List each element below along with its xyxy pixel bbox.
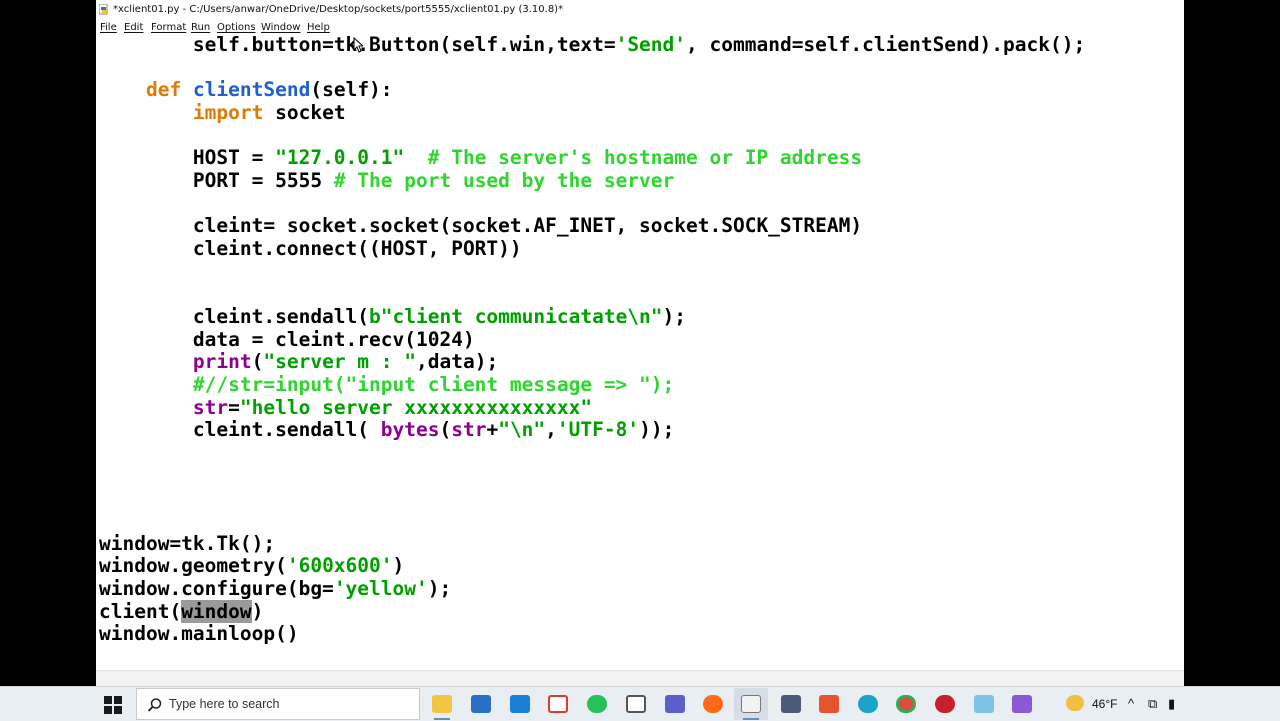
horizontal-scrollbar[interactable]	[96, 670, 1184, 686]
code-line: self.button=tk.Button(self.win,text='Sen…	[99, 33, 1086, 56]
mail-icon[interactable]	[510, 695, 530, 713]
window-title: *xclient01.py - C:/Users/anwar/OneDrive/…	[113, 4, 564, 15]
code-line: client(window)	[99, 600, 264, 623]
code-line: cleint.connect((HOST, PORT))	[99, 237, 522, 260]
store-icon[interactable]	[471, 695, 491, 713]
code-line: #//str=input("input client message => ")…	[192, 373, 675, 396]
code-line: window.configure(bg='yellow');	[99, 577, 452, 600]
code-line: window.geometry('600x600')	[99, 554, 405, 577]
left-black-border	[0, 0, 96, 686]
notepad-icon[interactable]	[974, 695, 994, 713]
devcpp-icon[interactable]	[935, 695, 955, 713]
code-line: PORT = 5555 # The port used by the serve…	[99, 169, 675, 192]
code-line: cleint.sendall( bytes(str+"\n",'UTF-8'))…	[99, 418, 675, 441]
python-idle-icon[interactable]	[741, 695, 761, 713]
python-file-icon	[99, 4, 108, 15]
snipping-icon[interactable]	[626, 695, 646, 713]
code-line: HOST = "127.0.0.1" # The server's hostna…	[99, 146, 863, 169]
weather-icon[interactable]	[1066, 695, 1084, 711]
code-editor[interactable]: self.button=tk.Button(self.win,text='Sen…	[96, 33, 1184, 677]
right-black-border	[1184, 0, 1280, 686]
mouse-cursor-icon	[353, 37, 363, 53]
search-icon	[147, 698, 162, 712]
file-explorer-icon[interactable]	[432, 695, 452, 713]
chevron-up-icon[interactable]: ^	[1128, 687, 1134, 721]
code-line: data = cleint.recv(1024)	[99, 328, 475, 351]
temperature-text[interactable]: 46°F	[1092, 687, 1117, 721]
whatsapp-icon[interactable]	[587, 695, 607, 713]
idle-editor-window: *xclient01.py - C:/Users/anwar/OneDrive/…	[96, 0, 1184, 686]
chrome-icon[interactable]	[896, 695, 916, 713]
taskbar-search-box[interactable]: Type here to search	[136, 688, 420, 720]
title-bar: *xclient01.py - C:/Users/anwar/OneDrive/…	[96, 0, 1184, 19]
code-line: cleint.sendall(b"client communicatate\n"…	[99, 305, 687, 328]
windows-taskbar: Type here to search 46°F ^ ⧉ ▮	[0, 686, 1280, 721]
code-line: def clientSend(self):	[145, 78, 393, 101]
code-line: print("server m : ",data);	[192, 350, 499, 373]
code-line: import socket	[192, 101, 346, 124]
visual-studio-icon[interactable]	[1012, 695, 1032, 713]
volume-icon[interactable]: ▮	[1168, 687, 1175, 721]
selected-text: window	[181, 600, 252, 623]
code-line: window.mainloop()	[99, 622, 299, 645]
edge-icon[interactable]	[858, 695, 878, 713]
search-placeholder: Type here to search	[169, 697, 280, 711]
firefox-icon[interactable]	[703, 695, 723, 713]
windows-start-icon[interactable]	[104, 696, 122, 714]
gift-icon[interactable]	[548, 695, 568, 713]
code-line: str="hello server xxxxxxxxxxxxxxx"	[192, 396, 593, 419]
code-line: window=tk.Tk();	[99, 532, 276, 555]
network-icon[interactable]: ⧉	[1148, 687, 1157, 721]
calculator-icon[interactable]	[781, 695, 801, 713]
office-icon[interactable]	[819, 695, 839, 713]
teams-icon[interactable]	[665, 695, 685, 713]
code-line: cleint= socket.socket(socket.AF_INET, so…	[99, 214, 863, 237]
